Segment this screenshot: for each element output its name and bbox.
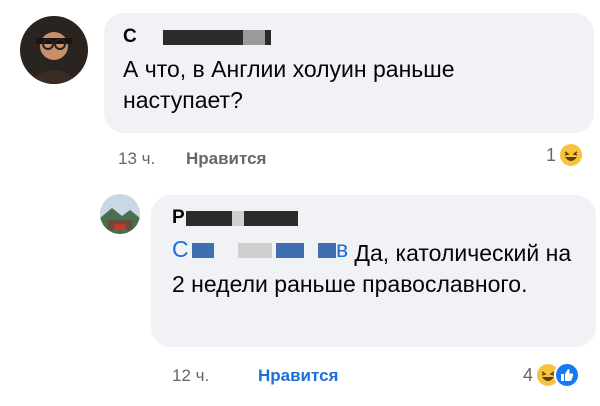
comment-meta: 12 ч. Нравится (172, 366, 338, 386)
comment-time[interactable]: 13 ч. (118, 149, 155, 168)
avatar-photo-icon (100, 194, 140, 234)
comment-bubble: С А что, в Англии холуин раньше наступае… (104, 13, 594, 133)
redacted-name-part (243, 30, 265, 45)
comment-time[interactable]: 12 ч. (172, 366, 209, 385)
comment-author[interactable]: С (123, 26, 594, 48)
redacted-mention (238, 243, 272, 258)
like-button[interactable]: Нравится (186, 149, 267, 168)
author-initial[interactable]: Р (172, 207, 185, 229)
mention-link[interactable]: С в (172, 236, 348, 262)
reaction-count: 4 (523, 364, 534, 385)
like-reaction-icon (554, 362, 581, 388)
reply-bubble: Р С в Да, католический на 2 недели раньш… (151, 195, 596, 347)
comment-text: С в Да, католический на 2 недели раньше … (172, 236, 572, 300)
mention-tail[interactable]: в (336, 234, 348, 265)
avatar[interactable] (100, 194, 140, 234)
redacted-name-part (232, 211, 244, 226)
redacted-mention (318, 243, 336, 258)
reaction-summary[interactable]: 1 (546, 144, 583, 166)
like-button[interactable]: Нравится (258, 366, 339, 385)
redacted-mention (276, 243, 304, 258)
reaction-summary[interactable]: 4 (523, 362, 581, 388)
avatar[interactable] (20, 16, 88, 84)
author-initial[interactable]: С (123, 26, 137, 48)
comment-author[interactable]: Р (172, 207, 596, 229)
comment-text: А что, в Англии холуин раньше наступает? (123, 56, 455, 113)
comment-meta: 13 ч. Нравится (118, 149, 266, 169)
avatar-photo-icon (20, 16, 88, 84)
redacted-mention (192, 243, 214, 258)
mention-initial[interactable]: С (172, 234, 189, 265)
reaction-count: 1 (546, 144, 557, 165)
haha-emoji-icon (560, 144, 583, 166)
